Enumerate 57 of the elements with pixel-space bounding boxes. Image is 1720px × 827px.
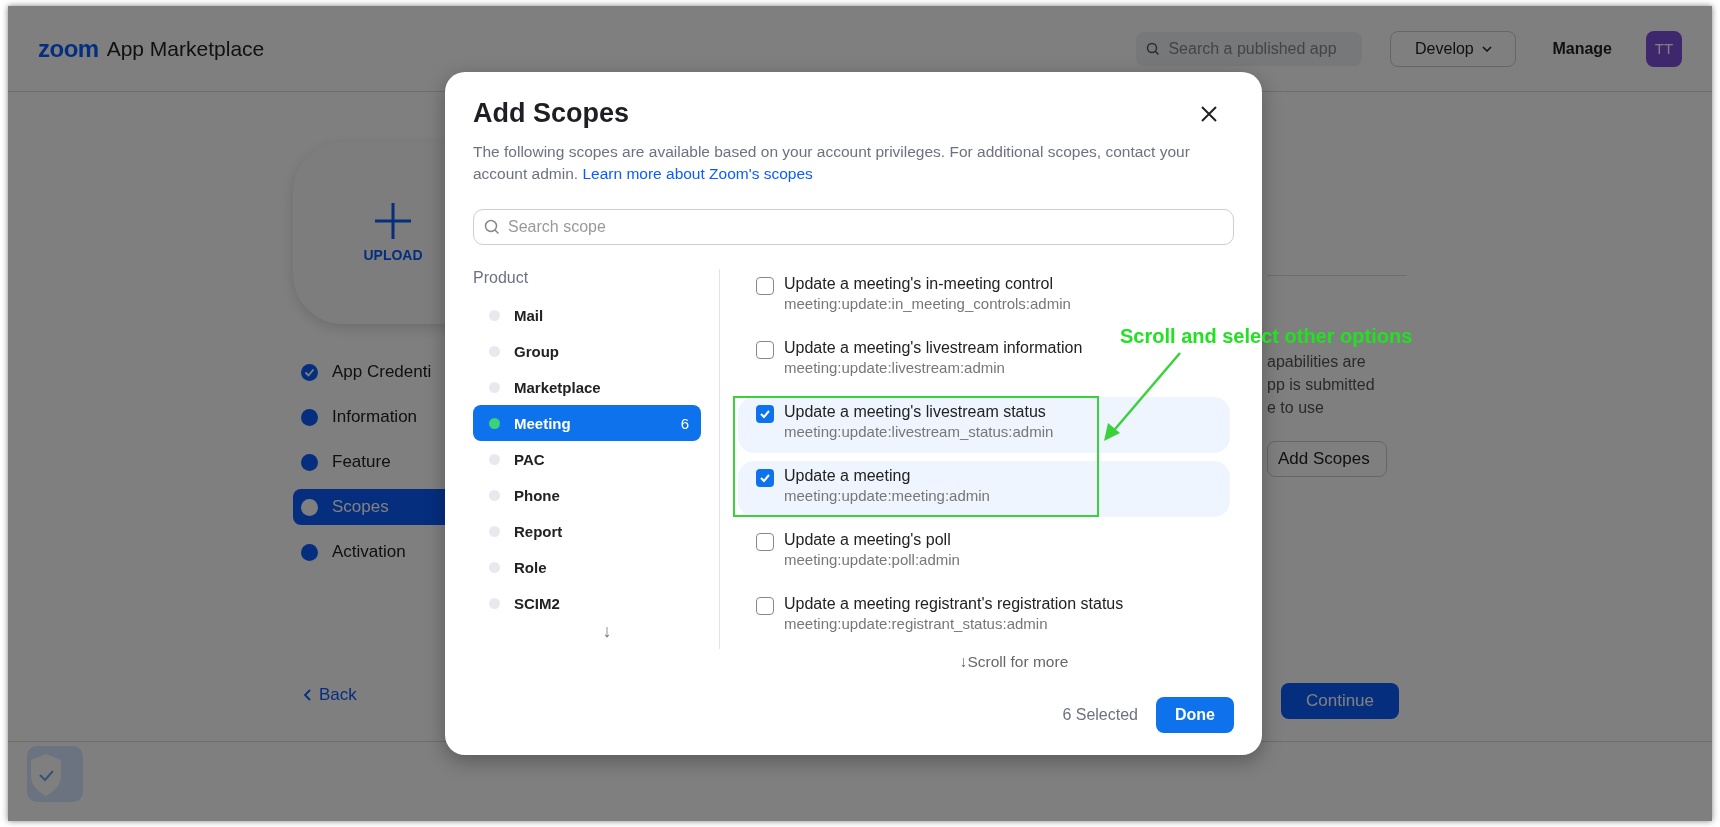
- info-text: apabilities are pp is submitted e to use: [1267, 352, 1376, 418]
- scope-item[interactable]: Update a meeting's in-meeting control meeting:update:in_meeting_controls:admin: [738, 269, 1089, 325]
- checkbox[interactable]: [756, 277, 774, 295]
- scope-code: meeting:update:in_meeting_controls:admin: [784, 295, 1071, 312]
- product-item[interactable]: Meeting 6: [473, 405, 701, 441]
- search-icon: [484, 219, 500, 235]
- scope-count: 6: [680, 414, 689, 432]
- selected-count: 6 Selected: [1062, 706, 1138, 724]
- scope-code: meeting:update:registrant_status:admin: [784, 615, 1049, 632]
- scope-title: Update a meeting's livestream status: [784, 403, 1047, 421]
- scope-code: meeting:update:meeting:admin: [784, 487, 990, 504]
- scope-code: meeting:update:livestream:admin: [784, 359, 1006, 376]
- checkbox[interactable]: [756, 341, 774, 359]
- scope-title: Update a meeting registrant's registration status: [784, 595, 1124, 613]
- zoom-logo[interactable]: zoom: [38, 34, 99, 63]
- checkbox[interactable]: [756, 597, 774, 615]
- scope-title: Update a meeting: [784, 467, 912, 485]
- search-icon: [1146, 41, 1161, 56]
- shield-check-icon[interactable]: [27, 746, 83, 802]
- checkbox[interactable]: [756, 405, 774, 423]
- chevron-left-icon: [303, 689, 311, 701]
- plus-icon: [375, 203, 411, 239]
- scope-item[interactable]: Update a meeting meeting:update:meeting:admin: [738, 461, 1230, 517]
- scope-item[interactable]: Update a meeting's poll meeting:update:poll:admin: [738, 525, 978, 581]
- product-item[interactable]: Marketplace: [473, 369, 701, 405]
- learn-more-link[interactable]: Learn more about Zoom's scopes: [582, 165, 813, 182]
- product-item[interactable]: Role: [473, 549, 701, 585]
- close-icon: [1200, 104, 1218, 123]
- chevron-down-icon: [1481, 45, 1492, 52]
- user-avatar[interactable]: TT: [1646, 30, 1682, 67]
- scope-title: Update a meeting's livestream information: [784, 339, 1083, 357]
- continue-button[interactable]: Continue: [1281, 683, 1399, 719]
- done-button[interactable]: Done: [1156, 697, 1234, 733]
- scope-item[interactable]: Update a meeting's livestream status meeting:update:livestream_status:admin: [738, 397, 1230, 453]
- manage-link[interactable]: Manage: [1552, 39, 1612, 58]
- checkbox[interactable]: [756, 533, 774, 551]
- checkbox[interactable]: [756, 469, 774, 487]
- check-icon: [759, 408, 771, 420]
- site-title: App Marketplace: [106, 36, 265, 61]
- scroll-hint: ↓Scroll for more: [959, 653, 1069, 671]
- product-item[interactable]: Group: [473, 333, 701, 369]
- scroll-down-arrow: ↓: [602, 621, 612, 642]
- product-item[interactable]: PAC: [473, 441, 701, 477]
- check-icon: [759, 472, 771, 484]
- product-item[interactable]: SCIM2: [473, 585, 701, 621]
- dialog-title: Add Scopes: [473, 98, 630, 129]
- scope-code: meeting:update:livestream_status:admin: [784, 423, 1054, 440]
- back-link[interactable]: Back: [303, 685, 523, 705]
- status-dot-icon: [489, 417, 500, 429]
- scope-item[interactable]: Update a meeting's livestream information meeting:update:livestream:admin: [738, 333, 1101, 389]
- add-scopes-button[interactable]: Add Scopes: [1267, 441, 1387, 477]
- scope-title: Update a meeting's in-meeting control: [784, 275, 1054, 293]
- scope-title: Update a meeting's poll: [784, 531, 952, 549]
- scope-search-field[interactable]: Search scope: [473, 209, 1234, 245]
- develop-dropdown[interactable]: Develop: [1390, 30, 1517, 67]
- scope-item[interactable]: Update a meeting registrant's registration status meeting:update:registrant_status:admin: [738, 589, 1142, 645]
- scope-code: meeting:update:poll:admin: [784, 551, 960, 568]
